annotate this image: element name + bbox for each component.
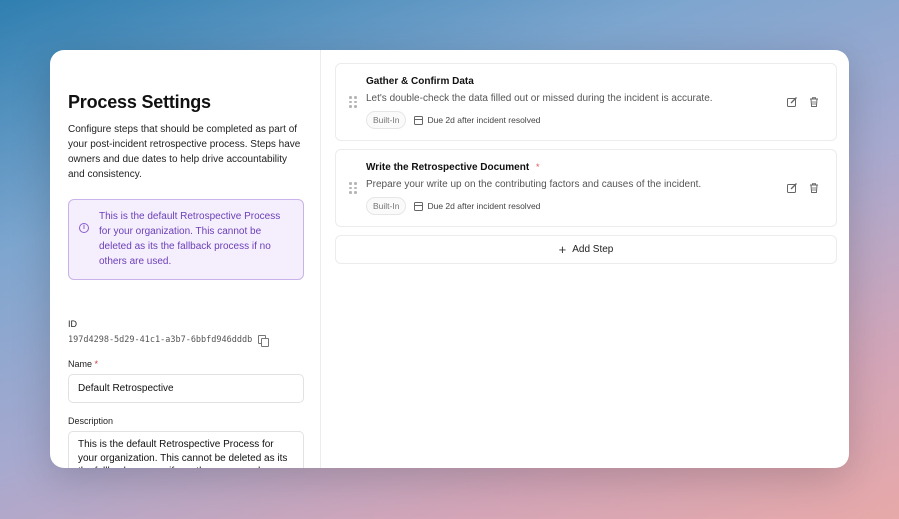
step-title: Gather & Confirm Data <box>366 76 836 87</box>
step-meta: Built-In Due 2d after incident resolved <box>366 111 836 129</box>
step-meta: Built-In Due 2d after incident resolved <box>366 197 836 215</box>
edit-icon[interactable] <box>786 182 798 194</box>
due-info: Due 2d after incident resolved <box>414 201 540 211</box>
page-subtitle: Configure steps that should be completed… <box>68 124 301 180</box>
id-row: 197d4298-5d29-41c1-a3b7-6bbfd946dddb <box>68 335 302 347</box>
name-label: Name * <box>68 359 302 369</box>
info-icon: i <box>79 223 89 233</box>
step-title: Write the Retrospective Document * <box>366 162 836 173</box>
calendar-icon <box>414 201 424 211</box>
step-description: Let's double-check the data filled out o… <box>366 93 713 104</box>
trash-icon[interactable] <box>808 96 820 108</box>
settings-panel: Process Settings Configure steps that sh… <box>50 50 321 468</box>
description-field[interactable]: This is the default Retrospective Proces… <box>68 431 304 468</box>
step-title-text: Gather & Confirm Data <box>366 76 474 87</box>
steps-panel: Gather & Confirm Data Let's double-check… <box>321 50 849 468</box>
edit-icon[interactable] <box>786 96 798 108</box>
built-in-badge: Built-In <box>366 197 407 215</box>
due-text: Due 2d after incident resolved <box>427 115 541 125</box>
plus-icon: + <box>558 241 567 257</box>
process-settings-window: Process Settings Configure steps that sh… <box>50 50 849 468</box>
drag-handle-icon[interactable] <box>349 182 357 194</box>
info-text: This is the default Retrospective Proces… <box>99 211 281 267</box>
description-label: Description <box>68 416 114 426</box>
drag-handle-icon[interactable] <box>349 96 357 108</box>
id-value: 197d4298-5d29-41c1-a3b7-6bbfd946dddb <box>68 335 253 345</box>
trash-icon[interactable] <box>808 182 820 194</box>
default-process-info-box: i This is the default Retrospective Proc… <box>68 199 304 280</box>
step-title-text: Write the Retrospective Document <box>366 162 530 173</box>
id-label: ID <box>68 319 77 329</box>
step-card[interactable]: Gather & Confirm Data Let's double-check… <box>335 63 837 141</box>
page-title: Process Settings <box>68 92 211 112</box>
due-text: Due 2d after incident resolved <box>427 201 541 211</box>
add-step-label: Add Step <box>572 244 614 255</box>
step-description: Prepare your write up on the contributin… <box>366 179 702 190</box>
name-label-text: Name <box>68 359 93 369</box>
description-value: This is the default Retrospective Proces… <box>78 439 288 468</box>
add-step-button[interactable]: + Add Step <box>335 235 837 264</box>
due-info: Due 2d after incident resolved <box>414 115 540 125</box>
step-actions <box>786 96 820 108</box>
name-field[interactable]: Default Retrospective <box>68 374 304 403</box>
step-card[interactable]: Write the Retrospective Document * Prepa… <box>335 149 837 227</box>
required-marker: * <box>535 162 540 172</box>
calendar-icon <box>414 115 424 125</box>
built-in-badge: Built-In <box>366 111 407 129</box>
step-actions <box>786 182 820 194</box>
required-marker: * <box>94 359 99 369</box>
copy-icon[interactable] <box>258 335 270 347</box>
